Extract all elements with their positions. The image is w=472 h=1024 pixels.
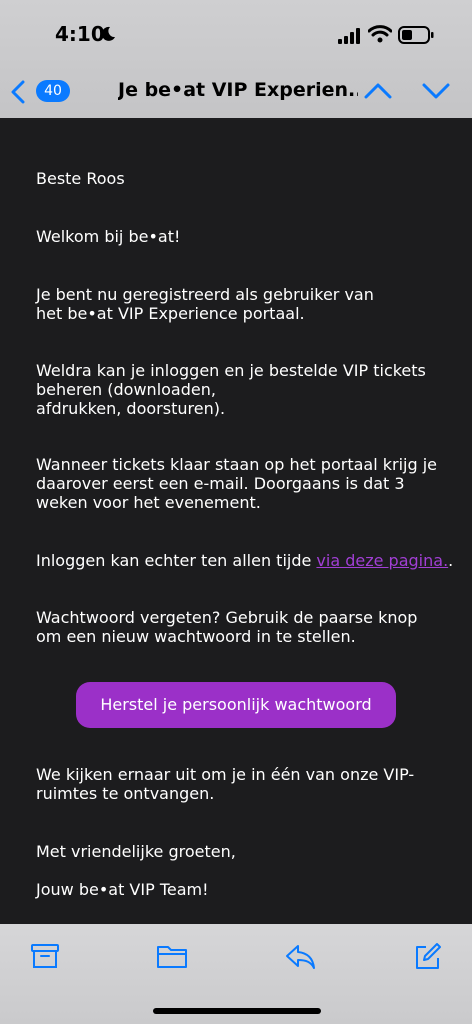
login-paragraph: Inloggen kan echter ten allen tijde via … — [36, 551, 456, 570]
forgot-line-1: Wachtwoord vergeten? Gebruik de paarse k… — [36, 608, 418, 627]
battery-icon — [398, 26, 434, 44]
signature-text: Jouw be•at VIP Team! — [36, 880, 209, 899]
registered-paragraph: Je bent nu geregistreerd als gebruiker v… — [36, 285, 446, 323]
tickets-line-3: weken voor het evenement. — [36, 493, 261, 512]
soon-line-3: afdrukken, doorsturen). — [36, 399, 226, 418]
back-count-badge[interactable]: 40 — [36, 80, 70, 102]
email-body: Beste Roos Welkom bij be•at! Je bent nu … — [0, 118, 472, 924]
registered-line-2: het be•at VIP Experience portaal. — [36, 304, 305, 323]
wifi-icon — [368, 25, 392, 43]
soon-paragraph: Weldra kan je inloggen en je bestelde VI… — [36, 361, 446, 418]
signal-icon — [338, 28, 360, 44]
registered-line-1: Je bent nu geregistreerd als gebruiker v… — [36, 285, 374, 304]
looking-line-2: ruimtes te ontvangen. — [36, 784, 215, 803]
page-title: Je be•at VIP Experien... — [118, 79, 358, 101]
tickets-paragraph: Wanneer tickets klaar staan op het porta… — [36, 455, 446, 512]
reset-password-button[interactable]: Herstel je persoonlijk wachtwoord — [76, 682, 396, 728]
login-suffix: . — [448, 551, 454, 570]
chevron-left-icon[interactable] — [10, 80, 26, 104]
tickets-line-2: daarover eerst een e-mail. Doorgaans is … — [36, 474, 405, 493]
status-time: 4:10 — [55, 22, 105, 46]
tickets-line-1: Wanneer tickets klaar staan op het porta… — [36, 455, 437, 474]
compose-icon[interactable] — [412, 942, 442, 972]
soon-line-2: beheren (downloaden, — [36, 380, 216, 399]
login-text: Inloggen kan echter ten allen tijde — [36, 551, 317, 570]
moon-icon — [101, 26, 115, 41]
reply-icon[interactable] — [284, 942, 316, 970]
welcome-text: Welkom bij be•at! — [36, 227, 181, 246]
home-indicator — [153, 1008, 321, 1014]
forgot-line-2: om een nieuw wachtwoord in te stellen. — [36, 627, 356, 646]
soon-line-1: Weldra kan je inloggen en je bestelde VI… — [36, 361, 426, 380]
looking-line-1: We kijken ernaar uit om je in één van on… — [36, 765, 415, 784]
regards-text: Met vriendelijke groeten, — [36, 842, 236, 861]
greeting: Beste Roos — [36, 169, 125, 188]
forgot-paragraph: Wachtwoord vergeten? Gebruik de paarse k… — [36, 608, 446, 646]
login-page-link[interactable]: via deze pagina. — [316, 551, 448, 570]
folder-icon[interactable] — [156, 942, 188, 970]
chevron-down-icon[interactable] — [421, 82, 451, 100]
archive-icon[interactable] — [30, 942, 60, 970]
looking-paragraph: We kijken ernaar uit om je in één van on… — [36, 765, 446, 803]
chevron-up-icon[interactable] — [363, 82, 393, 100]
header-bar: 4:10 40 Je be•at VIP Experien... — [0, 0, 472, 118]
bottom-toolbar — [0, 924, 472, 1024]
